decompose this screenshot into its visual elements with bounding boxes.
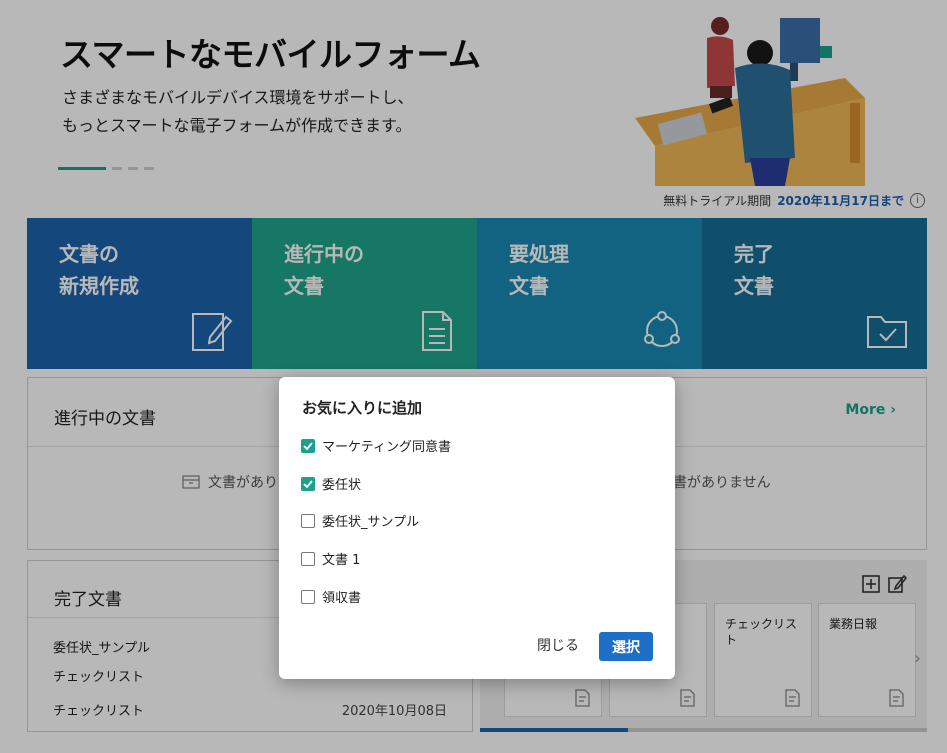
close-button[interactable]: 閉じる	[537, 635, 579, 655]
option-label: 文書 1	[322, 553, 361, 568]
option-label: マーケティング同意書	[322, 440, 451, 455]
checkbox[interactable]	[301, 438, 315, 453]
favorite-option[interactable]: マーケティング同意書	[301, 436, 451, 455]
check-icon	[303, 441, 313, 450]
favorite-option[interactable]: 委任状	[301, 474, 361, 493]
checkbox[interactable]	[301, 476, 315, 491]
favorite-option[interactable]: 領収書	[301, 587, 361, 606]
checkbox[interactable]	[301, 551, 315, 566]
add-favorites-dialog: お気に入りに追加 マーケティング同意書 委任状 委任状_サンプル 文書 1 領収…	[279, 377, 675, 679]
favorite-option[interactable]: 文書 1	[301, 549, 360, 568]
option-label: 領収書	[322, 591, 362, 606]
option-label: 委任状_サンプル	[322, 515, 420, 530]
checkbox[interactable]	[301, 513, 315, 528]
select-button[interactable]: 選択	[599, 632, 653, 661]
dialog-title: お気に入りに追加	[302, 399, 423, 417]
favorite-option[interactable]: 委任状_サンプル	[301, 511, 419, 530]
option-label: 委任状	[322, 478, 362, 493]
check-icon	[303, 479, 313, 488]
checkbox[interactable]	[301, 589, 315, 604]
